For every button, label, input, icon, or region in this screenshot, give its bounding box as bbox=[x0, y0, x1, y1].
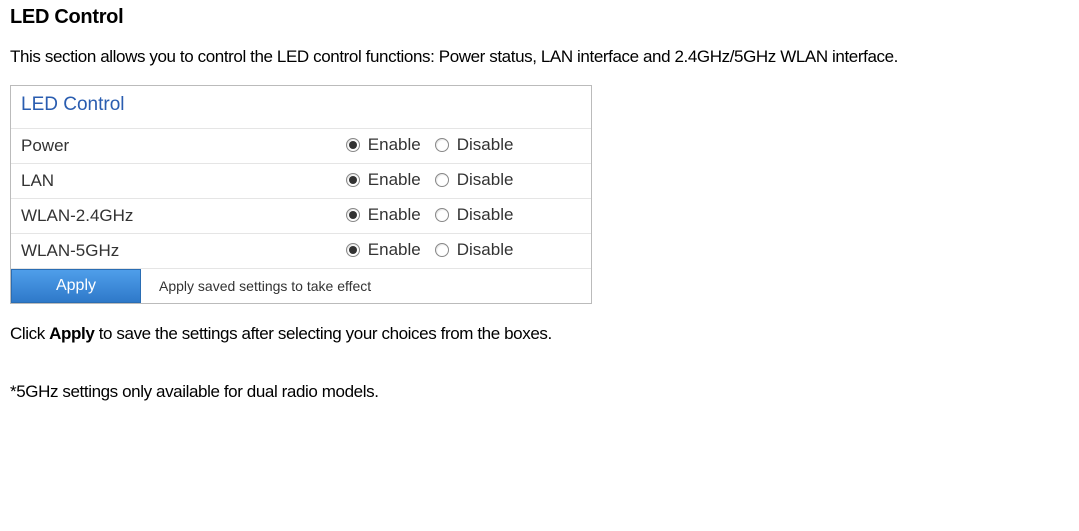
disable-label: Disable bbox=[457, 205, 514, 225]
click-apply-bold: Apply bbox=[49, 324, 94, 343]
row-options: Enable Disable bbox=[336, 164, 591, 199]
radio-icon bbox=[435, 208, 449, 222]
apply-button[interactable]: Apply bbox=[11, 269, 141, 303]
enable-radio[interactable]: Enable bbox=[346, 240, 421, 260]
disable-radio[interactable]: Disable bbox=[435, 205, 514, 225]
enable-label: Enable bbox=[368, 240, 421, 260]
enable-label: Enable bbox=[368, 205, 421, 225]
row-label: LAN bbox=[11, 164, 336, 199]
table-row: Power Enable Disable bbox=[11, 129, 591, 164]
enable-label: Enable bbox=[368, 135, 421, 155]
row-label: Power bbox=[11, 129, 336, 164]
led-options-table: PowerEnableDisableLANEnableDisableWLAN-2… bbox=[11, 128, 591, 268]
enable-radio[interactable]: Enable bbox=[346, 205, 421, 225]
click-apply-pre: Click bbox=[10, 324, 49, 343]
row-options: Enable Disable bbox=[336, 199, 591, 234]
enable-radio[interactable]: Enable bbox=[346, 170, 421, 190]
row-options: Enable Disable bbox=[336, 129, 591, 164]
click-apply-post: to save the settings after selecting you… bbox=[94, 324, 551, 343]
radio-icon bbox=[435, 138, 449, 152]
radio-icon bbox=[346, 138, 360, 152]
row-label: WLAN-2.4GHz bbox=[11, 199, 336, 234]
disable-label: Disable bbox=[457, 170, 514, 190]
disable-radio[interactable]: Disable bbox=[435, 170, 514, 190]
led-control-panel: LED Control Power Enable Disable LAN Enable D… bbox=[10, 85, 592, 304]
page-heading: LED Control bbox=[10, 6, 1069, 29]
table-row: WLAN-5GHz Enable Disable bbox=[11, 234, 591, 269]
row-label: WLAN-5GHz bbox=[11, 234, 336, 269]
radio-icon bbox=[346, 208, 360, 222]
radio-icon bbox=[346, 173, 360, 187]
apply-row: Apply Apply saved settings to take effec… bbox=[11, 268, 591, 303]
radio-icon bbox=[435, 243, 449, 257]
click-apply-text: Click Apply to save the settings after s… bbox=[10, 324, 1069, 344]
disable-label: Disable bbox=[457, 240, 514, 260]
apply-note: Apply saved settings to take effect bbox=[159, 278, 371, 294]
disable-radio[interactable]: Disable bbox=[435, 135, 514, 155]
row-options: Enable Disable bbox=[336, 234, 591, 269]
footnote: *5GHz settings only available for dual r… bbox=[10, 382, 1069, 402]
disable-label: Disable bbox=[457, 135, 514, 155]
enable-label: Enable bbox=[368, 170, 421, 190]
disable-radio[interactable]: Disable bbox=[435, 240, 514, 260]
table-row: WLAN-2.4GHz Enable Disable bbox=[11, 199, 591, 234]
radio-icon bbox=[435, 173, 449, 187]
table-row: LAN Enable Disable bbox=[11, 164, 591, 199]
panel-title: LED Control bbox=[11, 86, 591, 128]
radio-icon bbox=[346, 243, 360, 257]
enable-radio[interactable]: Enable bbox=[346, 135, 421, 155]
intro-text: This section allows you to control the L… bbox=[10, 47, 1069, 67]
